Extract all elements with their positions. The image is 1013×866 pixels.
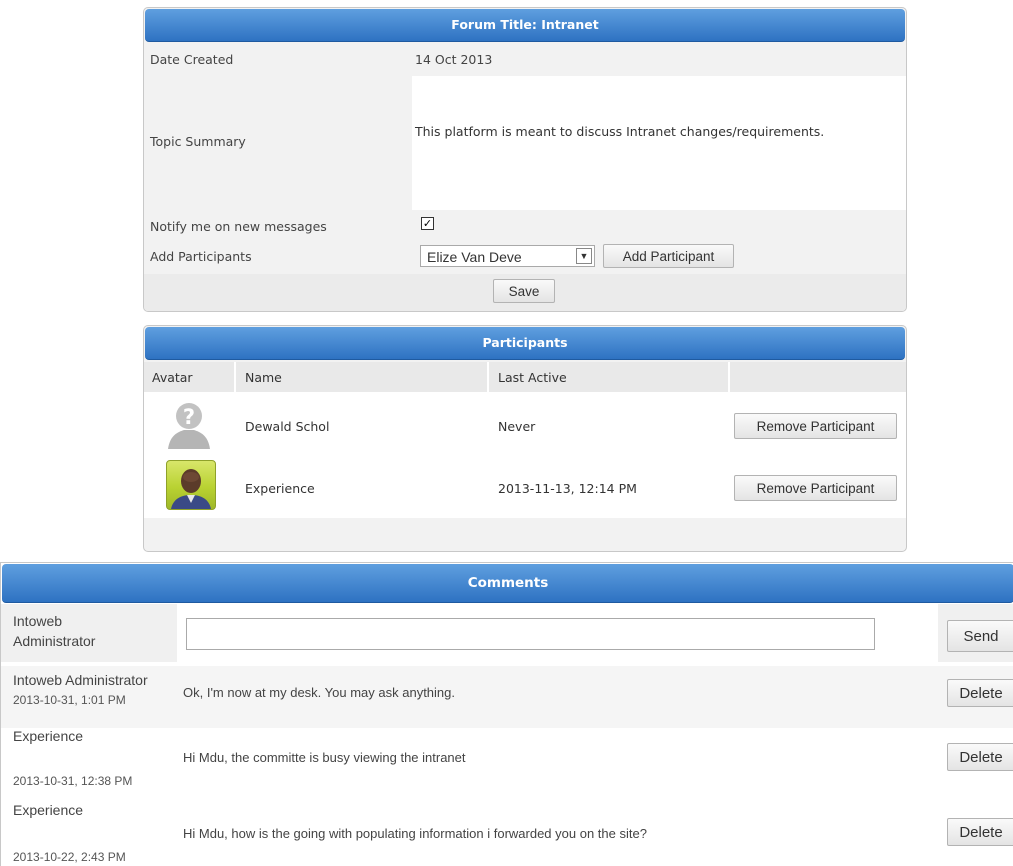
comment-text: Ok, I'm now at my desk. You may ask anyt… xyxy=(183,685,455,700)
participant-last-active: 2013-11-13, 12:14 PM xyxy=(498,481,637,496)
date-created-label: Date Created xyxy=(150,52,234,67)
date-created-row: Date Created 14 Oct 2013 xyxy=(144,42,906,76)
default-avatar-icon: ? xyxy=(164,399,214,449)
participant-select[interactable]: Elize Van Deve ▼ xyxy=(420,245,595,267)
col-avatar: Avatar xyxy=(152,370,193,385)
col-divider xyxy=(728,362,730,392)
participant-last-active: Never xyxy=(498,419,536,434)
notify-label: Notify me on new messages xyxy=(150,219,327,234)
composer-author-line1: Intoweb xyxy=(13,613,63,629)
participants-title: Participants xyxy=(145,327,905,360)
comment-date: 2013-10-31, 12:38 PM xyxy=(13,774,133,788)
col-divider xyxy=(487,362,489,392)
participant-name: Experience xyxy=(245,481,315,496)
participant-name: Dewald Schol xyxy=(245,419,330,434)
svg-text:?: ? xyxy=(183,405,195,429)
save-row: Save xyxy=(144,274,906,311)
forum-title: Forum Title: Intranet xyxy=(145,9,905,42)
delete-button[interactable]: Delete xyxy=(947,818,1013,846)
comments-title: Comments xyxy=(2,564,1013,603)
topic-summary-label: Topic Summary xyxy=(150,134,246,149)
comment-input[interactable] xyxy=(186,618,875,650)
comment-row: Experience 2013-10-22, 2:43 PM Hi Mdu, h… xyxy=(1,802,1013,866)
comment-date: 2013-10-31, 1:01 PM xyxy=(13,693,126,707)
col-last-active: Last Active xyxy=(498,370,567,385)
comment-author: Intoweb Administrator xyxy=(13,672,148,688)
topic-summary-box: This platform is meant to discuss Intran… xyxy=(412,76,906,210)
topic-summary-row: Topic Summary This platform is meant to … xyxy=(144,76,906,210)
comment-date: 2013-10-22, 2:43 PM xyxy=(13,850,126,864)
comment-author: Experience xyxy=(13,802,84,818)
col-name: Name xyxy=(245,370,282,385)
forum-panel: Forum Title: Intranet Date Created 14 Oc… xyxy=(143,7,907,312)
comment-row: Experience 2013-10-31, 12:38 PM Hi Mdu, … xyxy=(1,728,1013,802)
chevron-down-icon[interactable]: ▼ xyxy=(576,248,592,264)
topic-summary-value: This platform is meant to discuss Intran… xyxy=(415,124,825,139)
participants-panel: Participants Avatar Name Last Active ? D… xyxy=(143,325,907,552)
notify-row: Notify me on new messages ✓ xyxy=(144,211,906,241)
delete-button[interactable]: Delete xyxy=(947,743,1013,771)
comment-author: Experience xyxy=(13,728,84,744)
comment-text: Hi Mdu, how is the going with populating… xyxy=(183,826,647,841)
delete-button[interactable]: Delete xyxy=(947,679,1013,707)
remove-participant-button[interactable]: Remove Participant xyxy=(734,413,897,439)
remove-participant-button[interactable]: Remove Participant xyxy=(734,475,897,501)
comment-row: Intoweb Administrator 2013-10-31, 1:01 P… xyxy=(1,666,1013,728)
add-participant-button[interactable]: Add Participant xyxy=(603,244,734,268)
composer-author-cell: Intoweb Administrator xyxy=(1,604,177,662)
add-participants-label: Add Participants xyxy=(150,249,252,264)
participants-header-row: Avatar Name Last Active xyxy=(144,362,906,392)
add-participants-row: Add Participants Elize Van Deve ▼ Add Pa… xyxy=(144,241,906,271)
col-divider xyxy=(234,362,236,392)
comment-text: Hi Mdu, the committe is busy viewing the… xyxy=(183,750,466,765)
comments-panel: Comments Intoweb Administrator Send Into… xyxy=(0,562,1013,866)
participant-row: ? Dewald Schol Never Remove Participant xyxy=(144,392,906,456)
date-created-value: 14 Oct 2013 xyxy=(415,52,493,67)
notify-checkbox[interactable]: ✓ xyxy=(421,217,434,230)
save-button[interactable]: Save xyxy=(493,279,555,303)
send-button[interactable]: Send xyxy=(947,620,1013,652)
composer-author-line2: Administrator xyxy=(13,633,96,649)
participant-row: Experience 2013-11-13, 12:14 PM Remove P… xyxy=(144,456,906,518)
user-photo-avatar xyxy=(166,460,216,510)
participant-select-value: Elize Van Deve xyxy=(427,249,522,265)
composer-row: Intoweb Administrator Send xyxy=(1,604,1013,662)
